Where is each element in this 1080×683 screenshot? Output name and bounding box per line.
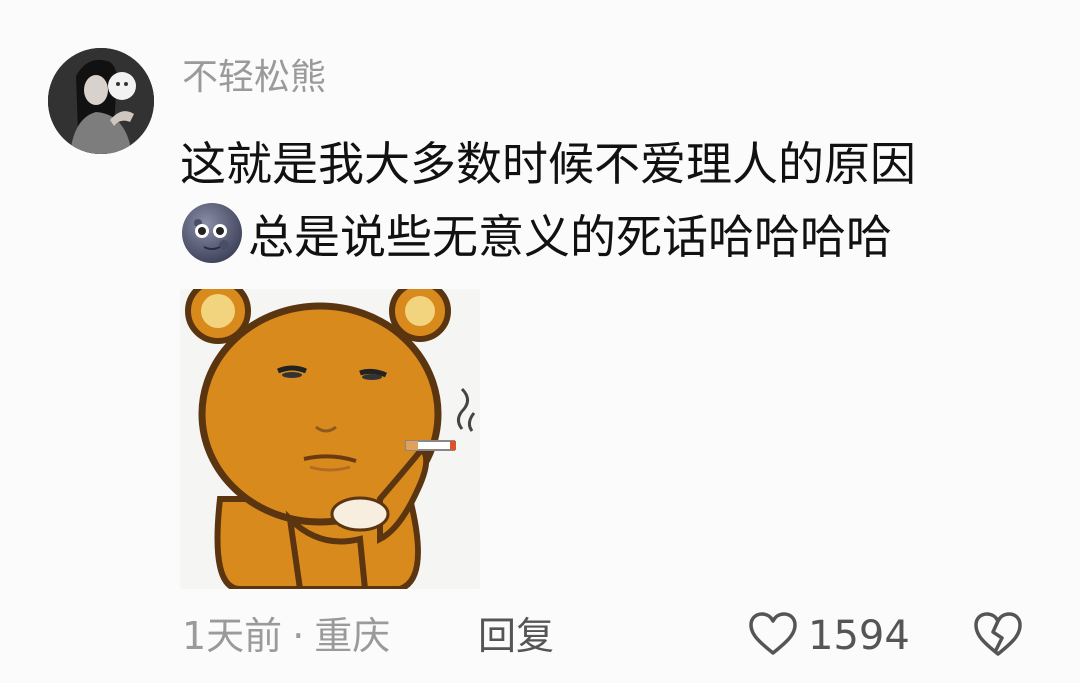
comment-location: 重庆 [314, 614, 391, 658]
meta-separator: · [292, 614, 305, 658]
comment-meta: 1天前 · 重庆 [182, 612, 390, 660]
heart-outline-icon [748, 611, 798, 661]
comment-text-line-1: 这就是我大多数时候不爱理人的原因 [180, 137, 916, 191]
dislike-button[interactable] [972, 610, 1024, 662]
avatar-image [48, 48, 154, 154]
like-count: 1594 [808, 613, 910, 659]
comment-text: 这就是我大多数时候不爱理人的原因 总是说些无意义的死话哈哈哈哈 [180, 128, 1040, 274]
username[interactable]: 不轻松熊 [182, 56, 326, 100]
avatar[interactable] [48, 48, 154, 154]
comment-time: 1天前 [182, 614, 283, 658]
like-button[interactable]: 1594 [748, 610, 910, 662]
comment-card: 不轻松熊 这就是我大多数时候不爱理人的原因 总是说些无意义的死话哈哈哈哈 1天前… [0, 0, 1080, 683]
bear-smoking-sticker[interactable] [180, 289, 480, 589]
reply-button[interactable]: 回复 [478, 612, 554, 660]
broken-heart-icon [972, 612, 1024, 662]
new-moon-face-icon [180, 201, 244, 265]
comment-text-line-2: 总是说些无意义的死话哈哈哈哈 [180, 201, 1040, 274]
comment-text-line-2-text: 总是说些无意义的死话哈哈哈哈 [248, 210, 892, 264]
